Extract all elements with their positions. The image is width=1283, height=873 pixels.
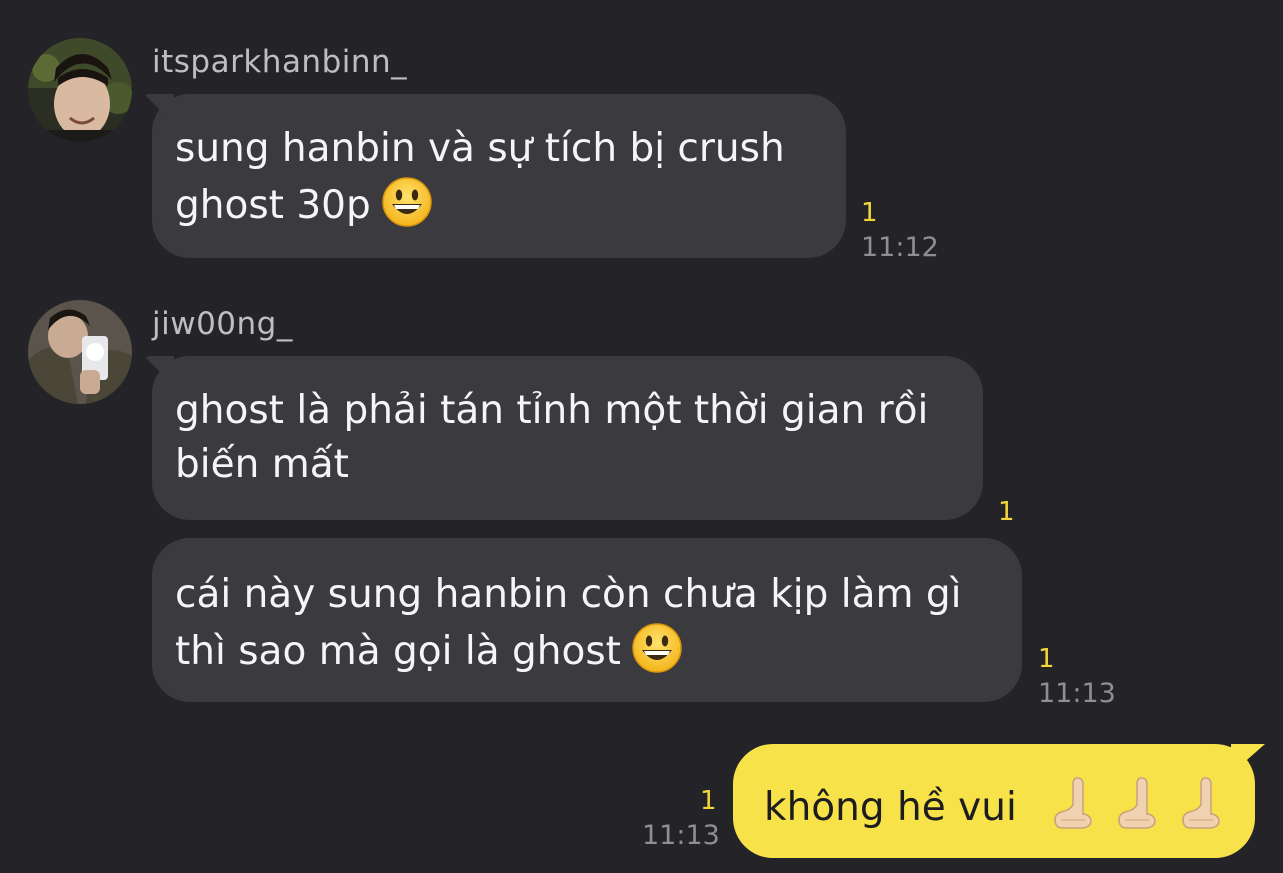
message-time: 11:12 xyxy=(861,232,939,263)
grinning-face-icon xyxy=(381,176,433,228)
sender-name: itsparkhanbinn_ xyxy=(152,44,408,80)
message-line: thì sao mà gọi là ghost xyxy=(175,629,621,674)
sender-name: jiw00ng_ xyxy=(152,306,293,342)
message-line: sung hanbin và sự tích bị crush xyxy=(175,126,785,171)
unread-count: 1 xyxy=(861,198,878,228)
message-bubble[interactable]: cái này sung hanbin còn chưa kịp làm gì … xyxy=(152,538,1022,702)
message-line: ghost là phải tán tỉnh một thời gian rồi xyxy=(175,388,929,433)
chat-screen: itsparkhanbinn_ sung hanbin và sự tích b… xyxy=(0,0,1283,873)
palm-hand-icon xyxy=(1115,774,1159,832)
avatar-itsparkhanbinn[interactable] xyxy=(28,38,132,142)
palm-hand-icon xyxy=(1051,774,1095,832)
message-line-with-emoji: thì sao mà gọi là ghost xyxy=(175,622,998,679)
message-line: ghost 30p xyxy=(175,183,371,228)
message-time: 11:13 xyxy=(1038,678,1116,709)
unread-count: 1 xyxy=(1038,644,1055,674)
avatar-jiw00ng[interactable] xyxy=(28,300,132,404)
message-bubble[interactable]: ghost là phải tán tỉnh một thời gian rồi… xyxy=(152,356,983,520)
unread-count: 1 xyxy=(998,497,1015,527)
message-time: 11:13 xyxy=(642,820,720,851)
unread-count: 1 xyxy=(700,786,717,816)
palm-hand-icon xyxy=(1179,774,1223,832)
message-text: không hề vui xyxy=(764,785,1017,830)
message-line-with-emoji: ghost 30p xyxy=(175,176,822,233)
message-line: biến mất xyxy=(175,442,349,487)
my-message-bubble[interactable]: không hề vui xyxy=(733,744,1255,858)
message-line: cái này sung hanbin còn chưa kịp làm gì xyxy=(175,572,962,617)
message-bubble[interactable]: sung hanbin và sự tích bị crush ghost 30… xyxy=(152,94,846,258)
grinning-face-icon xyxy=(631,622,683,674)
